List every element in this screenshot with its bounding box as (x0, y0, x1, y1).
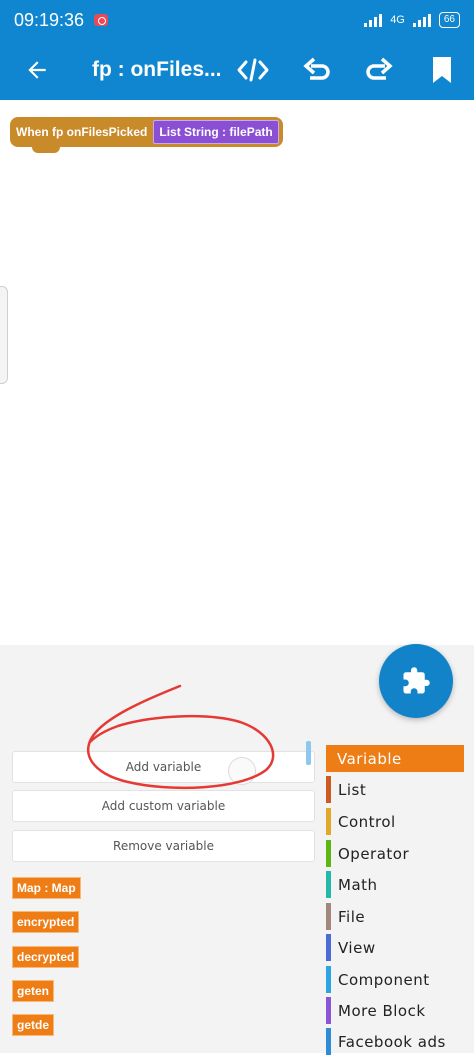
redo-icon (366, 57, 393, 80)
category-label: View (338, 938, 376, 957)
category-label: File (338, 907, 366, 926)
category-label: List (338, 780, 367, 799)
add-custom-variable-button[interactable]: Add custom variable (12, 790, 315, 822)
category-facebook-ads[interactable]: Facebook ads (326, 1028, 466, 1055)
category-label: Variable (337, 749, 402, 768)
remove-variable-button[interactable]: Remove variable (12, 830, 315, 862)
signal-icon-2 (412, 13, 431, 27)
category-variable[interactable]: Variable (326, 745, 464, 772)
category-color-bar (326, 808, 331, 835)
back-button[interactable] (14, 40, 60, 100)
category-color-bar (326, 934, 331, 961)
touch-ripple (228, 757, 256, 785)
category-color-bar (326, 1028, 331, 1055)
variable-block-map[interactable]: Map : Map (12, 877, 81, 899)
category-list-item[interactable]: List (326, 776, 466, 803)
drawer-handle[interactable] (0, 286, 8, 384)
signal-icon (364, 13, 383, 27)
undo-button[interactable] (294, 40, 340, 100)
category-label: Math (338, 875, 378, 894)
category-label: Operator (338, 844, 410, 863)
puzzle-icon (403, 667, 430, 694)
status-right: 4G 66 (364, 12, 460, 28)
category-color-bar (326, 840, 331, 867)
network-type: 4G (390, 14, 405, 26)
redo-button[interactable] (356, 40, 402, 100)
category-operator[interactable]: Operator (326, 840, 466, 867)
page-title: fp : onFiles... (92, 58, 222, 81)
category-control[interactable]: Control (326, 808, 466, 835)
code-icon (237, 58, 269, 82)
bookmark-button[interactable] (420, 40, 464, 100)
components-fab[interactable] (379, 644, 453, 718)
status-time: 09:19:36 (14, 9, 85, 30)
category-file[interactable]: File (326, 903, 466, 930)
category-label: Component (338, 970, 430, 989)
category-color-bar (326, 871, 331, 898)
event-block[interactable]: When fp onFilesPicked List String : file… (10, 117, 283, 153)
battery-icon: 66 (438, 12, 460, 28)
event-block-label: When fp onFilesPicked (16, 125, 148, 139)
undo-icon (303, 57, 330, 80)
category-label: Facebook ads (338, 1032, 446, 1051)
category-color-bar (326, 903, 331, 930)
category-label: Control (338, 812, 396, 831)
variable-block-getde[interactable]: getde (12, 1014, 55, 1036)
variable-block-encrypted[interactable]: encrypted (12, 911, 80, 933)
palette-scrollbar[interactable] (306, 741, 311, 765)
category-color-bar (326, 745, 331, 772)
category-view[interactable]: View (326, 934, 466, 961)
category-color-bar (326, 776, 331, 803)
bookmark-icon (433, 57, 451, 83)
app-bar: fp : onFiles... (0, 40, 474, 100)
param-chip[interactable]: List String : filePath (153, 120, 279, 144)
back-arrow-icon (28, 61, 46, 79)
category-label: More Block (338, 1001, 426, 1020)
category-math[interactable]: Math (326, 871, 466, 898)
code-button[interactable] (230, 40, 276, 100)
add-variable-button[interactable]: Add variable (12, 751, 315, 783)
screen-record-icon (94, 14, 109, 26)
variable-block-decrypted[interactable]: decrypted (12, 946, 80, 968)
category-color-bar (326, 966, 331, 993)
status-bar: 09:19:36 4G 66 (0, 0, 474, 40)
category-component[interactable]: Component (326, 966, 466, 993)
blocks-canvas[interactable] (0, 100, 474, 645)
variable-block-geten[interactable]: geten (12, 980, 55, 1002)
category-color-bar (326, 997, 331, 1024)
category-more-block[interactable]: More Block (326, 997, 466, 1024)
